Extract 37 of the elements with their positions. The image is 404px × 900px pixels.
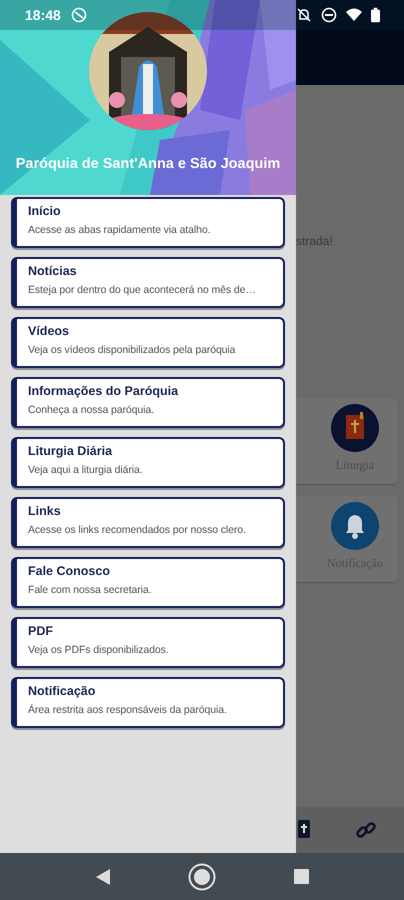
battery-icon bbox=[371, 7, 380, 23]
menu-item[interactable]: Notícias Esteja por dentro do que acontecerá no mês de… bbox=[11, 257, 285, 308]
menu-item[interactable]: Links Acesse os links recomendados por nosso clero. bbox=[11, 497, 285, 548]
bible-icon bbox=[331, 404, 379, 452]
do-not-disturb-icon bbox=[321, 7, 337, 23]
menu-item-title: Fale Conosco bbox=[28, 564, 111, 578]
recents-icon[interactable] bbox=[294, 869, 308, 884]
menu-item[interactable]: Informações do Paróquia Conheça a nossa paróquia. bbox=[11, 377, 285, 428]
menu-item-title: Notificação bbox=[28, 684, 96, 698]
menu-item-title: Informações do Paróquia bbox=[28, 384, 180, 398]
bell-off-icon bbox=[296, 7, 312, 23]
menu-item-description: Acesse as abas rapidamente via atalho. bbox=[28, 224, 212, 236]
bell-icon bbox=[331, 502, 379, 550]
menu-item-description: Acesse os links recomendados por nosso clero. bbox=[28, 524, 247, 536]
menu-item-title: Início bbox=[28, 204, 62, 218]
menu-item[interactable]: PDF Veja os PDFs disponibilizados. bbox=[11, 617, 285, 668]
menu-item[interactable]: Liturgia Diária Veja aqui a liturgia diária. bbox=[11, 437, 285, 488]
menu-item[interactable]: Vídeos Veja os vídeos disponibilizados pela paróquia bbox=[11, 317, 285, 368]
menu-item[interactable]: Fale Conosco Fale com nossa secretaria. bbox=[11, 557, 285, 608]
menu-item-title: Liturgia Diária bbox=[28, 444, 114, 458]
link-icon[interactable] bbox=[356, 820, 376, 840]
menu-item-description: Esteja por dentro do que acontecerá no mês de… bbox=[28, 284, 257, 296]
menu-item-title: PDF bbox=[28, 624, 54, 638]
menu-item[interactable]: Início Acesse as abas rapidamente via atalho. bbox=[11, 197, 285, 248]
menu-item-description: Conheça a nossa paróquia. bbox=[28, 404, 155, 416]
home-icon[interactable] bbox=[188, 862, 216, 890]
menu-item-title: Links bbox=[28, 504, 62, 518]
menu-item[interactable]: Notificação Área restrita aos responsáveis da paróquia. bbox=[11, 677, 285, 728]
menu-item-description: Veja os vídeos disponibilizados pela paróquia bbox=[28, 344, 236, 356]
wifi-icon bbox=[346, 7, 362, 23]
menu-item-title: Vídeos bbox=[28, 324, 70, 338]
menu-item-description: Veja os PDFs disponibilizados. bbox=[28, 644, 170, 656]
menu-item-description: Área restrita aos responsáveis da paróquia. bbox=[28, 704, 228, 716]
menu-item-title: Notícias bbox=[28, 264, 78, 278]
menu-item-description: Veja aqui a liturgia diária. bbox=[28, 464, 144, 476]
menu-item-description: Fale com nossa secretaria. bbox=[28, 584, 152, 596]
back-icon[interactable] bbox=[96, 868, 110, 884]
